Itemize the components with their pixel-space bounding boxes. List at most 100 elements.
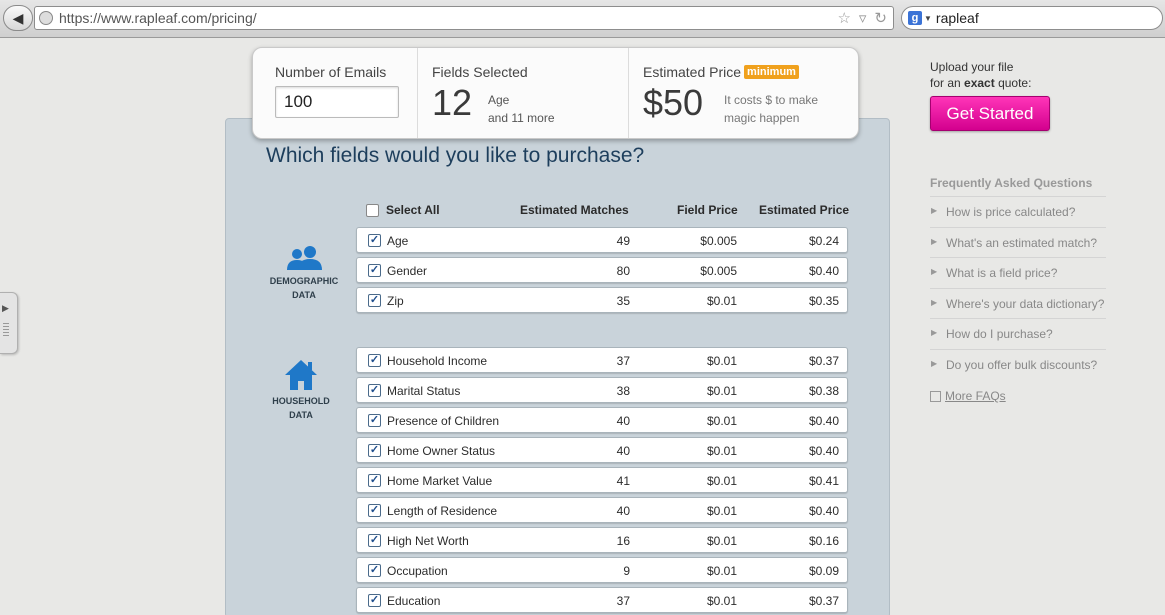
reload-icon[interactable]: ↻ xyxy=(874,9,887,27)
field-price: $0.01 xyxy=(706,294,737,308)
table-row[interactable]: ✓ Gender 80 $0.005 $0.40 xyxy=(356,257,848,283)
people-icon xyxy=(287,246,322,270)
field-checkbox[interactable]: ✓ xyxy=(368,594,381,607)
table-row[interactable]: ✓ Household Income 37 $0.01 $0.37 xyxy=(356,347,848,373)
estimated-matches: 37 xyxy=(616,594,630,608)
header-estimated-price: Estimated Price xyxy=(759,203,850,217)
field-price: $0.01 xyxy=(706,414,737,428)
page-title: Which fields would you like to purchase? xyxy=(266,144,645,167)
globe-icon xyxy=(39,11,53,25)
estimated-matches: 40 xyxy=(616,504,630,518)
estimated-price: $0.09 xyxy=(808,564,839,578)
estimated-price: $0.40 xyxy=(808,504,839,518)
upload-bold: exact xyxy=(964,76,995,90)
faq-item[interactable]: ▶ What is a field price? xyxy=(930,257,1106,287)
browser-toolbar: ◀ https://www.rapleaf.com/pricing/ ☆ ▿ ↻… xyxy=(0,0,1165,38)
price-note-line2: magic happen xyxy=(724,111,800,125)
estimated-price: $0.41 xyxy=(808,474,839,488)
field-checkbox[interactable]: ✓ xyxy=(368,234,381,247)
upload-post: quote: xyxy=(994,76,1032,90)
select-all-checkbox[interactable] xyxy=(366,204,379,217)
more-faqs-link[interactable]: More FAQs xyxy=(930,389,1006,403)
triangle-right-icon: ▶ xyxy=(931,267,938,276)
table-row[interactable]: ✓ Length of Residence 40 $0.01 $0.40 xyxy=(356,497,848,523)
estimated-matches: 49 xyxy=(616,234,630,248)
faq-item[interactable]: ▶ Where's your data dictionary? xyxy=(930,287,1106,318)
table-row[interactable]: ✓ Zip 35 $0.01 $0.35 xyxy=(356,287,848,313)
select-all-label[interactable]: Select All xyxy=(386,203,440,217)
table-row[interactable]: ✓ Presence of Children 40 $0.01 $0.40 xyxy=(356,407,848,433)
emails-label: Number of Emails xyxy=(275,64,387,80)
google-icon[interactable]: g xyxy=(908,11,922,25)
table-row[interactable]: ✓ Occupation 9 $0.01 $0.09 xyxy=(356,557,848,583)
faq-question: How is price calculated? xyxy=(946,205,1076,219)
field-checkbox[interactable]: ✓ xyxy=(368,564,381,577)
price-value: $50 xyxy=(643,82,704,123)
estimated-price: $0.37 xyxy=(808,594,839,608)
triangle-right-icon: ▶ xyxy=(931,358,938,368)
address-bar[interactable]: https://www.rapleaf.com/pricing/ ☆ ▿ ↻ xyxy=(34,6,894,30)
triangle-right-icon: ▶ xyxy=(931,206,938,215)
field-price: $0.005 xyxy=(700,234,737,248)
faq-item[interactable]: ▶ Do you offer bulk discounts? xyxy=(930,348,1106,379)
faq-item[interactable]: ▶ How is price calculated? xyxy=(930,196,1106,226)
back-button[interactable]: ◀ xyxy=(3,5,33,31)
field-name: Length of Residence xyxy=(387,504,498,518)
triangle-right-icon: ▶ xyxy=(931,297,938,307)
fields-section: Fields Selected 12 Age and 11 more xyxy=(418,48,629,138)
estimated-matches: 40 xyxy=(616,414,630,428)
get-started-button[interactable]: Get Started xyxy=(930,96,1050,131)
table-row[interactable]: ✓ High Net Worth 16 $0.01 $0.16 xyxy=(356,527,848,553)
estimated-price: $0.37 xyxy=(808,354,839,368)
estimated-price: $0.24 xyxy=(808,234,839,248)
faq-item[interactable]: ▶ What's an estimated match? xyxy=(930,226,1106,257)
bookmark-star-icon[interactable]: ☆ xyxy=(837,9,850,27)
field-checkbox[interactable]: ✓ xyxy=(368,354,381,367)
back-arrow-icon: ◀ xyxy=(12,9,24,26)
field-name: Age xyxy=(387,234,409,248)
table-row[interactable]: ✓ Marital Status 38 $0.01 $0.38 xyxy=(356,377,848,403)
table-row[interactable]: ✓ Education 37 $0.01 $0.37 xyxy=(356,587,848,613)
field-price: $0.01 xyxy=(706,594,737,608)
external-link-icon xyxy=(930,390,941,402)
category-household-line1: HOUSEHOLD xyxy=(272,396,330,406)
faq-question: Where's your data dictionary? xyxy=(946,296,1105,311)
minimum-badge: minimum xyxy=(744,65,799,79)
field-checkbox[interactable]: ✓ xyxy=(368,444,381,457)
estimated-matches: 40 xyxy=(616,444,630,458)
fields-description: Age and 11 more xyxy=(488,91,555,127)
estimated-matches: 41 xyxy=(616,474,630,488)
price-note-line1: It costs $ to make xyxy=(724,93,819,107)
field-name: Occupation xyxy=(387,564,448,578)
field-checkbox[interactable]: ✓ xyxy=(368,534,381,547)
field-checkbox[interactable]: ✓ xyxy=(368,474,381,487)
estimated-price: $0.40 xyxy=(808,264,839,278)
table-row[interactable]: ✓ Age 49 $0.005 $0.24 xyxy=(356,227,848,253)
table-row[interactable]: ✓ Home Market Value 41 $0.01 $0.41 xyxy=(356,467,848,493)
field-price: $0.01 xyxy=(706,504,737,518)
upload-line1: Upload your file xyxy=(930,60,1014,74)
field-checkbox[interactable]: ✓ xyxy=(368,414,381,427)
search-bar[interactable]: g ▼ rapleaf xyxy=(901,6,1163,30)
faq-question: What is a field price? xyxy=(946,266,1058,280)
category-household-line2: DATA xyxy=(289,410,313,420)
estimated-matches: 35 xyxy=(616,294,630,308)
field-checkbox[interactable]: ✓ xyxy=(368,384,381,397)
dropdown-icon[interactable]: ▿ xyxy=(859,9,867,27)
estimated-price: $0.40 xyxy=(808,444,839,458)
faq-item[interactable]: ▶ How do I purchase? xyxy=(930,318,1106,348)
email-count-input[interactable] xyxy=(275,86,399,118)
category-demographic-line2: DATA xyxy=(292,290,316,300)
faq-question: Do you offer bulk discounts? xyxy=(946,357,1098,372)
estimated-matches: 9 xyxy=(623,564,630,578)
field-checkbox[interactable]: ✓ xyxy=(368,264,381,277)
field-checkbox[interactable]: ✓ xyxy=(368,294,381,307)
field-price: $0.01 xyxy=(706,384,737,398)
category-demographic: DEMOGRAPHIC DATA xyxy=(262,246,346,302)
side-drawer-handle[interactable]: ▶ xyxy=(0,292,18,354)
estimated-matches: 38 xyxy=(616,384,630,398)
table-row[interactable]: ✓ Home Owner Status 40 $0.01 $0.40 xyxy=(356,437,848,463)
field-checkbox[interactable]: ✓ xyxy=(368,504,381,517)
chevron-down-icon[interactable]: ▼ xyxy=(924,14,932,23)
faq-question: How do I purchase? xyxy=(946,327,1053,341)
